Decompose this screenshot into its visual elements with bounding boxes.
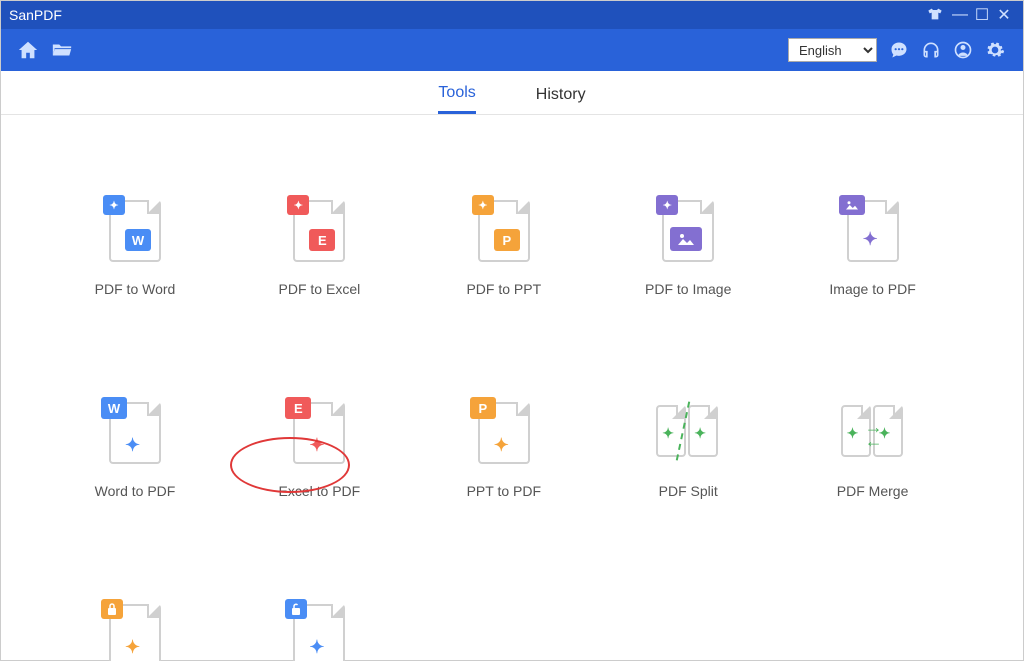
user-icon[interactable] — [949, 36, 977, 64]
tool-pdf-to-excel[interactable]: ✦ E PDF to Excel — [255, 195, 383, 297]
pdf-to-word-icon: ✦ W — [99, 195, 171, 267]
tool-label: Excel to PDF — [279, 483, 361, 499]
tools-grid: ✦ W PDF to Word ✦ E PDF to Excel ✦ P PDF… — [1, 115, 1023, 661]
tool-pdf-merge[interactable]: ✦ ✦ → ← PDF Merge — [809, 397, 937, 499]
pdf-to-ppt-icon: ✦ P — [468, 195, 540, 267]
tool-image-to-pdf[interactable]: ✦ Image to PDF — [809, 195, 937, 297]
image-to-pdf-icon: ✦ — [837, 195, 909, 267]
home-icon[interactable] — [13, 35, 43, 65]
tool-pdf-unlock[interactable]: ✦ PDF Unlock — [255, 599, 383, 661]
pdf-to-excel-icon: ✦ E — [283, 195, 355, 267]
tool-label: PPT to PDF — [467, 483, 541, 499]
language-select[interactable]: English — [788, 38, 877, 62]
close-button[interactable]: ✕ — [993, 5, 1015, 25]
tool-excel-to-pdf[interactable]: E ✦ Excel to PDF — [255, 397, 383, 499]
tool-ppt-to-pdf[interactable]: P ✦ PPT to PDF — [440, 397, 568, 499]
word-to-pdf-icon: W ✦ — [99, 397, 171, 469]
minimize-button[interactable]: — — [949, 6, 971, 24]
pdf-protect-icon: ✦ — [99, 599, 171, 661]
titlebar: SanPDF — ☐ ✕ — [1, 1, 1023, 29]
pdf-merge-icon: ✦ ✦ → ← — [837, 397, 909, 469]
ppt-to-pdf-icon: P ✦ — [468, 397, 540, 469]
maximize-button[interactable]: ☐ — [971, 5, 993, 25]
tab-history[interactable]: History — [536, 86, 586, 114]
tab-tools[interactable]: Tools — [438, 84, 475, 114]
app-title: SanPDF — [9, 7, 62, 23]
pdf-unlock-icon: ✦ — [283, 599, 355, 661]
pdf-split-icon: ✦ ✦ — [652, 397, 724, 469]
tool-label: PDF to Word — [95, 281, 176, 297]
tab-bar: Tools History — [1, 71, 1023, 115]
tool-label: PDF to PPT — [466, 281, 541, 297]
pdf-to-image-icon: ✦ — [652, 195, 724, 267]
tool-word-to-pdf[interactable]: W ✦ Word to PDF — [71, 397, 199, 499]
tool-pdf-to-image[interactable]: ✦ PDF to Image — [624, 195, 752, 297]
tool-label: PDF to Excel — [279, 281, 361, 297]
tool-pdf-to-ppt[interactable]: ✦ P PDF to PPT — [440, 195, 568, 297]
tool-label: PDF Split — [659, 483, 718, 499]
headphones-icon[interactable] — [917, 36, 945, 64]
tool-label: PDF Merge — [837, 483, 909, 499]
tool-pdf-split[interactable]: ✦ ✦ PDF Split — [624, 397, 752, 499]
gear-icon[interactable] — [981, 36, 1009, 64]
tool-label: Word to PDF — [95, 483, 176, 499]
tool-label: Image to PDF — [829, 281, 915, 297]
excel-to-pdf-icon: E ✦ — [283, 397, 355, 469]
toolbar: English — [1, 29, 1023, 71]
tool-label: PDF to Image — [645, 281, 731, 297]
tool-pdf-to-word[interactable]: ✦ W PDF to Word — [71, 195, 199, 297]
chat-bubble-icon[interactable] — [885, 36, 913, 64]
tshirt-icon[interactable] — [927, 6, 949, 25]
folder-open-icon[interactable] — [47, 35, 77, 65]
tool-pdf-protect[interactable]: ✦ PDF Protect — [71, 599, 199, 661]
